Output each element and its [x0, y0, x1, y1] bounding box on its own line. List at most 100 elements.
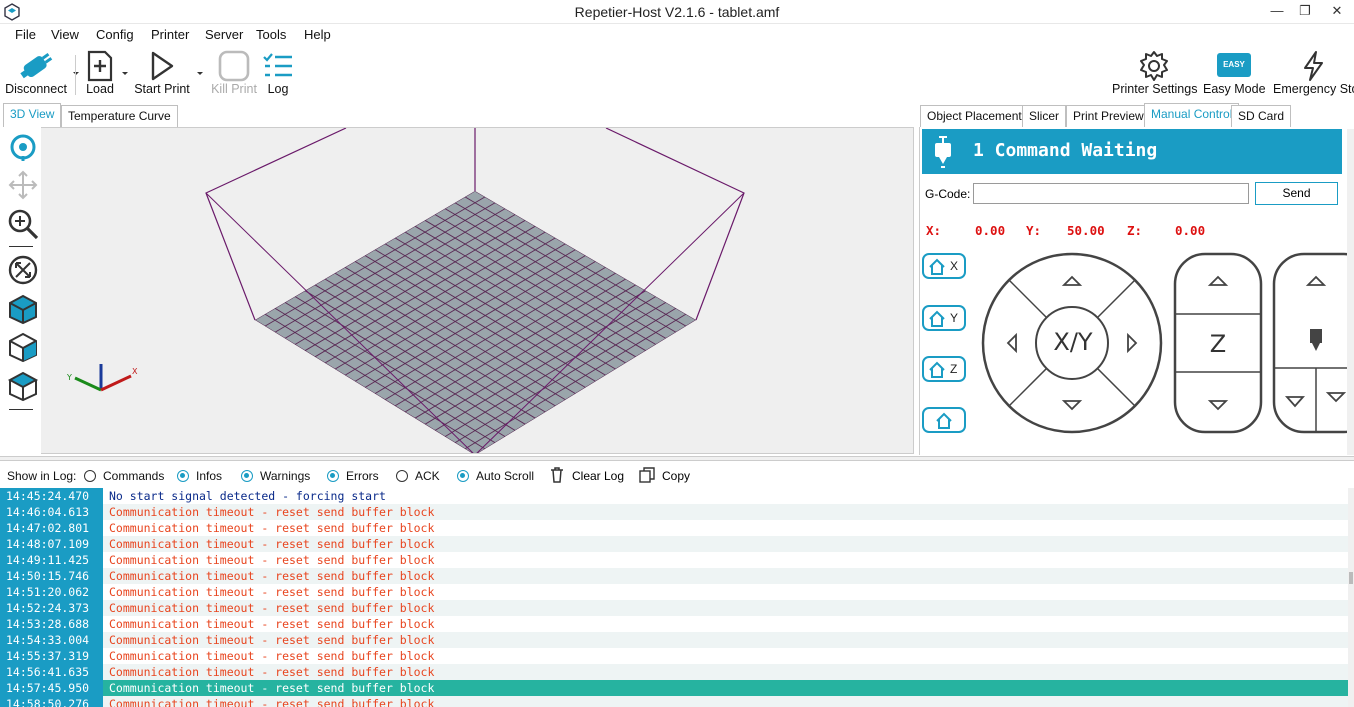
gcode-label: G-Code:: [925, 187, 971, 201]
log-timestamp: 14:54:33.004: [0, 632, 103, 648]
emergency-stop-label: Emergency Stop: [1273, 82, 1354, 96]
log-row[interactable]: 14:50:15.746 Communication timeout - rese…: [0, 568, 1348, 584]
gear-icon: [1140, 51, 1168, 81]
chevron-down-icon[interactable]: [72, 70, 80, 78]
rotate-icon[interactable]: [8, 132, 38, 162]
printer-settings-button[interactable]: Printer Settings: [1112, 48, 1198, 100]
infos-label: Infos: [196, 469, 223, 483]
kill-print-icon: [218, 50, 250, 82]
log-row[interactable]: 14:45:24.470 No start signal detected - f…: [0, 488, 1348, 504]
extruder-icon: [935, 136, 951, 168]
log-row[interactable]: 14:49:11.425 Communication timeout - rese…: [0, 552, 1348, 568]
tab-print-preview[interactable]: Print Preview: [1066, 105, 1151, 127]
panel-splitter[interactable]: [0, 456, 1354, 461]
log-timestamp: 14:53:28.688: [0, 616, 103, 632]
maximize-button[interactable]: ❐: [1290, 0, 1320, 22]
printer-settings-label: Printer Settings: [1112, 82, 1198, 96]
auto-scroll-toggle[interactable]: [457, 470, 469, 482]
menu-help[interactable]: Help: [304, 27, 331, 42]
menu-config[interactable]: Config: [96, 27, 134, 42]
send-button[interactable]: Send: [1255, 182, 1338, 205]
menu-printer[interactable]: Printer: [151, 27, 189, 42]
log-row[interactable]: 14:48:07.109 Communication timeout - rese…: [0, 536, 1348, 552]
log-list[interactable]: 14:45:24.470 No start signal detected - f…: [0, 488, 1348, 707]
load-button[interactable]: Load: [82, 48, 118, 100]
zoom-icon[interactable]: [7, 208, 39, 240]
log-message: Communication timeout - reset send buffe…: [103, 680, 1348, 696]
log-message: Communication timeout - reset send buffe…: [103, 520, 1348, 536]
disconnect-icon: [20, 52, 53, 79]
tab-temperature-curve[interactable]: Temperature Curve: [61, 105, 178, 127]
log-timestamp: 14:57:45.950: [0, 680, 103, 696]
cube-icon[interactable]: [7, 370, 39, 402]
log-message: Communication timeout - reset send buffe…: [103, 504, 1348, 520]
home-z-button[interactable]: Z: [922, 356, 966, 382]
log-row[interactable]: 14:57:45.950 Communication timeout - rese…: [0, 680, 1348, 696]
log-timestamp: 14:49:11.425: [0, 552, 103, 568]
warnings-toggle[interactable]: [241, 470, 253, 482]
log-button[interactable]: Log: [260, 48, 296, 100]
commands-toggle[interactable]: [84, 470, 96, 482]
start-print-button[interactable]: Start Print: [133, 48, 191, 100]
chevron-down-icon[interactable]: [196, 70, 204, 78]
menu-view[interactable]: View: [51, 27, 79, 42]
show-in-log-label: Show in Log:: [7, 469, 77, 483]
log-row[interactable]: 14:53:28.688 Communication timeout - rese…: [0, 616, 1348, 632]
log-message: Communication timeout - reset send buffe…: [103, 632, 1348, 648]
copy-icon: [639, 467, 655, 483]
log-message: Communication timeout - reset send buffe…: [103, 696, 1348, 707]
log-scrollbar[interactable]: [1348, 488, 1354, 707]
disconnect-button[interactable]: Disconnect: [3, 48, 69, 100]
easy-mode-button[interactable]: EASY Easy Mode: [1203, 48, 1266, 100]
log-row[interactable]: 14:46:04.613 Communication timeout - rese…: [0, 504, 1348, 520]
emergency-stop-button[interactable]: Emergency Stop: [1272, 48, 1354, 100]
log-row[interactable]: 14:54:33.004 Communication timeout - rese…: [0, 632, 1348, 648]
clear-log-button[interactable]: Clear Log: [548, 466, 628, 486]
log-message: Communication timeout - reset send buffe…: [103, 536, 1348, 552]
log-timestamp: 14:58:50.276: [0, 696, 103, 707]
log-timestamp: 14:56:41.635: [0, 664, 103, 680]
menu-file[interactable]: File: [15, 27, 36, 42]
panel-scrollbar[interactable]: [1347, 129, 1354, 455]
y-coord-label: Y:: [1026, 223, 1042, 238]
log-timestamp: 14:46:04.613: [0, 504, 103, 520]
fit-icon[interactable]: [7, 254, 39, 286]
log-row[interactable]: 14:55:37.319 Communication timeout - rese…: [0, 648, 1348, 664]
log-row[interactable]: 14:51:20.062 Communication timeout - rese…: [0, 584, 1348, 600]
tab-3d-view[interactable]: 3D View: [3, 103, 62, 127]
3d-view-canvas[interactable]: Y X: [3, 127, 914, 454]
log-row[interactable]: 14:58:50.276 Communication timeout - rese…: [0, 696, 1348, 707]
svg-text:Y: Y: [66, 373, 72, 382]
log-row[interactable]: 14:56:41.635 Communication timeout - rese…: [0, 664, 1348, 680]
infos-toggle[interactable]: [177, 470, 189, 482]
gcode-input[interactable]: [973, 183, 1249, 204]
disconnect-label: Disconnect: [5, 82, 67, 96]
extruder-jog-pad[interactable]: [1272, 251, 1348, 435]
minimize-button[interactable]: —: [1262, 0, 1292, 22]
log-timestamp: 14:51:20.062: [0, 584, 103, 600]
log-row[interactable]: 14:47:02.801 Communication timeout - rese…: [0, 520, 1348, 536]
cube-icon[interactable]: [7, 331, 39, 363]
ack-toggle[interactable]: [396, 470, 408, 482]
chevron-down-icon[interactable]: [121, 70, 129, 78]
home-all-button[interactable]: [922, 407, 966, 433]
menu-server[interactable]: Server: [205, 27, 243, 42]
move-icon[interactable]: [8, 170, 38, 200]
tab-object-placement[interactable]: Object Placement: [920, 105, 1029, 127]
home-x-button[interactable]: X: [922, 253, 966, 279]
copy-button[interactable]: Copy: [638, 466, 698, 486]
log-message: No start signal detected - forcing start: [103, 488, 1348, 504]
home-icon: [929, 361, 945, 378]
menu-tools[interactable]: Tools: [256, 27, 286, 42]
close-button[interactable]: ✕: [1320, 0, 1354, 22]
home-y-button[interactable]: Y: [922, 305, 966, 331]
kill-print-button[interactable]: Kill Print: [208, 48, 260, 100]
cube-icon[interactable]: [7, 293, 39, 325]
ack-label: ACK: [415, 469, 440, 483]
tab-manual-control[interactable]: Manual Control: [1144, 103, 1240, 127]
errors-toggle[interactable]: [327, 470, 339, 482]
log-row[interactable]: 14:52:24.373 Communication timeout - rese…: [0, 600, 1348, 616]
tab-sd-card[interactable]: SD Card: [1231, 105, 1292, 127]
tab-slicer[interactable]: Slicer: [1022, 105, 1067, 127]
log-timestamp: 14:55:37.319: [0, 648, 103, 664]
